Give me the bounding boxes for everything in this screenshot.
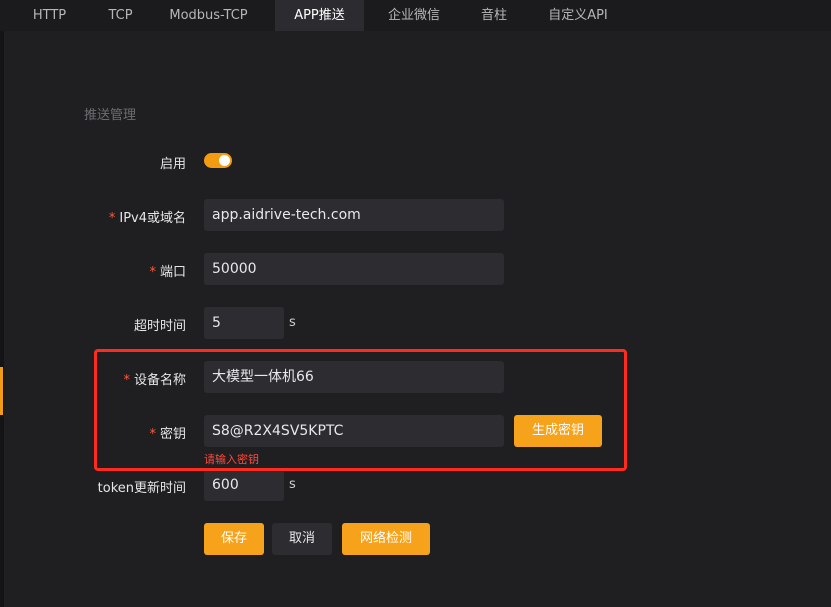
timeout-label: 超时时间 xyxy=(133,319,186,334)
secret-input[interactable]: S8@R2X4SV5KPTC xyxy=(204,415,504,447)
tab-modbus-tcp[interactable]: Modbus-TCP xyxy=(142,0,275,31)
device-name-label: * 设备名称 xyxy=(123,373,186,388)
host-input[interactable]: app.aidrive-tech.com xyxy=(204,199,504,231)
scroll-indicator[interactable] xyxy=(0,367,3,415)
token-update-label: token更新时间 xyxy=(97,481,186,496)
token-update-unit: s xyxy=(289,477,296,492)
tab-custom-api[interactable]: 自定义API xyxy=(524,0,632,31)
timeout-input[interactable]: 5 xyxy=(204,307,284,339)
cancel-button[interactable]: 取消 xyxy=(272,523,332,555)
toggle-knob xyxy=(219,155,230,166)
enable-label: 启用 xyxy=(159,157,186,172)
timeout-unit: s xyxy=(289,315,296,330)
host-label: * IPv4或域名 xyxy=(108,211,186,226)
port-input[interactable]: 50000 xyxy=(204,253,504,285)
token-update-input[interactable]: 600 xyxy=(204,469,284,501)
network-check-button[interactable]: 网络检测 xyxy=(342,523,430,555)
enable-toggle[interactable] xyxy=(204,153,232,168)
tab-http[interactable]: HTTP xyxy=(0,0,99,31)
tab-tcp[interactable]: TCP xyxy=(99,0,142,31)
app-root: HTTP TCP Modbus-TCP APP推送 企业微信 音柱 自定义API… xyxy=(0,0,831,607)
section-title: 推送管理 xyxy=(84,108,137,123)
device-name-input[interactable]: 大模型一体机66 xyxy=(204,361,504,393)
generate-secret-button[interactable]: 生成密钥 xyxy=(514,415,602,447)
protocol-tab-bar: HTTP TCP Modbus-TCP APP推送 企业微信 音柱 自定义API xyxy=(0,0,831,31)
tab-wecom[interactable]: 企业微信 xyxy=(364,0,464,31)
port-label: * 端口 xyxy=(149,265,186,280)
secret-error-message: 请输入密钥 xyxy=(204,453,259,466)
tab-app-push[interactable]: APP推送 xyxy=(275,0,364,31)
save-button[interactable]: 保存 xyxy=(204,523,264,555)
secret-label: * 密钥 xyxy=(149,427,186,442)
tab-speaker[interactable]: 音柱 xyxy=(464,0,524,31)
